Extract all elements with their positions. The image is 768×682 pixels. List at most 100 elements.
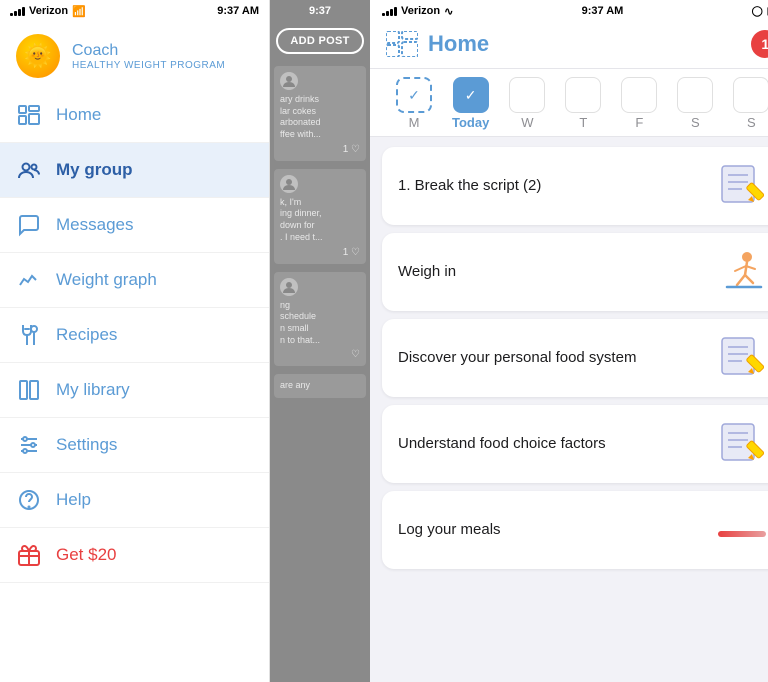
post-2-text: k, I'ming dinner,down for. I need t... [280,197,360,244]
sidebar-item-settings[interactable]: Settings [0,418,269,473]
bluetooth-icon: ◯ [752,6,763,17]
sidebar-item-recipes-label: Recipes [56,325,117,345]
right-carrier-label: Verizon [401,5,440,17]
sidebar-item-recipes[interactable]: Recipes [0,308,269,363]
wifi-icon: 📶 [72,5,86,18]
recipes-icon [16,322,42,348]
right-status-left: Verizon ∿ [382,5,453,18]
coach-title: Coach [72,42,225,60]
week-tab-today-check: ✓ [453,77,489,113]
post-1-text: ary drinkslar cokesarbonatedffee with... [280,94,360,141]
group-icon [16,157,42,183]
right-status-bar: Verizon ∿ 9:37 AM ◯ ▮▮▮ [370,0,768,20]
right-time: 9:37 AM [582,5,624,17]
task-5-icon [717,505,767,555]
sidebar-item-get-20-label: Get $20 [56,545,117,565]
week-tab-m[interactable]: ✓ M [386,73,442,136]
post-avatar [280,72,298,90]
post-3-text: ngschedulen smalln to that... [280,300,360,347]
sidebar-item-weight-graph-label: Weight graph [56,270,157,290]
week-tab-today-label: Today [452,115,489,130]
right-signal-bars-icon [382,7,397,16]
post-3-heart: ♡ [280,349,360,360]
right-wifi-icon: ∿ [444,5,453,18]
task-card-1[interactable]: 1. Break the script (2) [382,147,768,225]
right-header-title: Home [428,31,489,57]
week-tab-f-label: F [635,115,643,130]
middle-status-bar: 9:37 [270,0,370,20]
task-1-text: 1. Break the script (2) [398,176,717,196]
sidebar-item-my-library[interactable]: My library [0,363,269,418]
task-4-text: Understand food choice factors [398,434,717,454]
task-3-text: Discover your personal food system [398,348,717,368]
post-avatar-row-3 [280,278,360,296]
week-tab-f[interactable]: F [611,73,667,136]
coach-info: Coach HEALTHY WEIGHT PROGRAM [72,42,225,71]
add-post-button[interactable]: ADD POST [276,28,364,54]
sidebar-item-my-library-label: My library [56,380,130,400]
sidebar-item-weight-graph[interactable]: Weight graph [0,253,269,308]
coach-section[interactable]: 🌞 Coach HEALTHY WEIGHT PROGRAM [0,20,269,88]
week-tab-s1[interactable]: S [667,73,723,136]
week-tab-t1-check [565,77,601,113]
sidebar-item-help-label: Help [56,490,91,510]
week-tab-s2[interactable]: S [723,73,768,136]
week-tab-s1-label: S [691,115,700,130]
week-tab-s2-check [733,77,768,113]
sidebar-item-get-20[interactable]: Get $20 [0,528,269,583]
sidebar-item-messages[interactable]: Messages [0,198,269,253]
home-nav-icon [386,31,418,57]
settings-icon [16,432,42,458]
weight-icon [16,267,42,293]
task-card-3[interactable]: Discover your personal food system [382,319,768,397]
library-icon [16,377,42,403]
sidebar-item-settings-label: Settings [56,435,117,455]
middle-post-4[interactable]: are any [274,374,366,398]
sidebar-item-my-group[interactable]: My group [0,143,269,198]
post-1-heart: 1 ♡ [280,144,360,155]
right-header: Home 1 [370,20,768,69]
middle-post-2[interactable]: k, I'ming dinner,down for. I need t... 1… [274,169,366,264]
coach-avatar: 🌞 [16,34,60,78]
tasks-list: 1. Break the script (2) Weigh in [370,137,768,682]
task-card-5[interactable]: Log your meals [382,491,768,569]
task-card-4[interactable]: Understand food choice factors [382,405,768,483]
right-status-icons: ◯ ▮▮▮ [752,6,768,17]
task-2-icon [717,247,767,297]
middle-post-1[interactable]: ary drinkslar cokesarbonatedffee with...… [274,66,366,161]
sidebar-item-messages-label: Messages [56,215,133,235]
help-icon [16,487,42,513]
left-carrier-section: Verizon 📶 [10,5,86,18]
week-tab-t1[interactable]: T [555,73,611,136]
week-tabs: ✓ M ✓ Today W T F S [370,69,768,137]
week-tab-f-check [621,77,657,113]
sidebar-item-my-group-label: My group [56,160,133,180]
coach-subtitle: HEALTHY WEIGHT PROGRAM [72,60,225,71]
task-card-2[interactable]: Weigh in [382,233,768,311]
middle-post-3[interactable]: ngschedulen smalln to that... ♡ [274,272,366,367]
week-tab-m-check: ✓ [396,77,432,113]
middle-posts: ary drinkslar cokesarbonatedffee with...… [270,62,370,682]
week-tab-today[interactable]: ✓ Today [442,73,499,136]
week-tab-w[interactable]: W [499,73,555,136]
task-4-icon [717,419,767,469]
notification-badge[interactable]: 1 [751,30,768,58]
week-tab-t1-label: T [579,115,587,130]
nav-items: Home My group Messages [0,88,269,682]
post-2-heart: 1 ♡ [280,247,360,258]
week-tab-m-check-icon: ✓ [408,87,420,104]
gift-icon [16,542,42,568]
sidebar-item-home[interactable]: Home [0,88,269,143]
messages-icon [16,212,42,238]
post-avatar-2 [280,175,298,193]
post-avatar-row-2 [280,175,360,193]
middle-time: 9:37 [309,5,331,17]
post-4-text: are any [280,380,360,392]
sidebar-item-help[interactable]: Help [0,473,269,528]
week-tab-w-label: W [521,115,533,130]
right-panel: Verizon ∿ 9:37 AM ◯ ▮▮▮ Home 1 [370,0,768,682]
sidebar-item-home-label: Home [56,105,101,125]
right-header-left: Home [386,31,489,57]
notification-count: 1 [761,36,768,52]
week-tab-s2-label: S [747,115,756,130]
